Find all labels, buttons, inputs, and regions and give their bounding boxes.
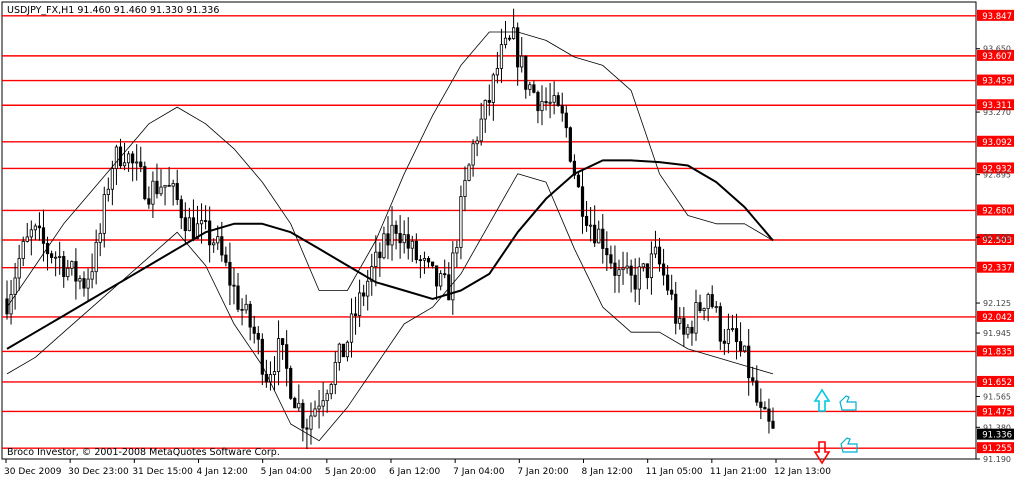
level-label-8: 92.337 xyxy=(982,264,1012,274)
plot-area xyxy=(1,1,977,460)
chart-root: 93.847 93.607 93.459 93.311 93.092 92.932 92.6… xyxy=(0,0,1014,479)
level-label-6: 92.680 xyxy=(982,206,1012,216)
current-price-label: 91.336 xyxy=(982,431,1012,441)
x-tick-label-11: 11 Jan 21:00 xyxy=(710,467,767,477)
level-label-0: 93.847 xyxy=(982,12,1012,22)
y-tick-label-1: 93.270 xyxy=(983,108,1011,117)
x-ticks-layer: 30 Dec 2009 30 Dec 23:00 31 Dec 15:00 4 Jan… xyxy=(4,459,831,477)
symbol-header: USDJPY_FX,H1 91.460 91.460 91.330 91.336 xyxy=(7,5,219,16)
copyright-label: Broco Investor, © 2001-2008 MetaQuotes S… xyxy=(7,447,280,458)
level-label-4: 93.092 xyxy=(982,138,1012,148)
y-tick-label-5: 91.945 xyxy=(983,329,1011,338)
x-tick-label-6: 6 Jan 12:00 xyxy=(389,467,441,477)
candle-139 xyxy=(568,126,572,163)
x-tick-label-3: 4 Jan 12:00 xyxy=(197,467,249,477)
y-tick-label-0: 93.650 xyxy=(983,45,1011,54)
candle-71 xyxy=(293,396,297,409)
level-label-9: 92.042 xyxy=(982,313,1012,323)
candle-114 xyxy=(467,163,471,182)
y-tick-label-2: 92.895 xyxy=(983,171,1011,180)
x-tick-label-9: 8 Jan 12:00 xyxy=(582,467,634,477)
candle-70 xyxy=(289,365,293,400)
x-tick-label-2: 31 Dec 15:00 xyxy=(132,467,193,477)
y-tick-label-3: 92.520 xyxy=(983,233,1011,242)
x-tick-label-1: 30 Dec 23:00 xyxy=(68,467,129,477)
y-tick-label-8: 91.190 xyxy=(983,455,1011,464)
x-tick-label-10: 11 Jan 05:00 xyxy=(646,467,703,477)
x-tick-label-5: 5 Jan 20:00 xyxy=(325,467,377,477)
level-label-2: 93.459 xyxy=(982,77,1012,87)
candle-141 xyxy=(576,172,581,188)
x-tick-label-12: 12 Jan 13:00 xyxy=(774,467,831,477)
y-tick-label-6: 91.565 xyxy=(983,392,1011,401)
level-label-13: 91.255 xyxy=(982,444,1012,454)
level-label-11: 91.652 xyxy=(982,378,1012,388)
x-tick-label-4: 5 Jan 04:00 xyxy=(261,467,313,477)
chart-svg: 93.84793.60793.45993.31193.09292.93292.6… xyxy=(1,1,1014,477)
x-tick-label-8: 7 Jan 20:00 xyxy=(517,467,569,477)
level-label-12: 91.475 xyxy=(982,407,1012,417)
x-tick-label-0: 30 Dec 2009 xyxy=(4,467,62,477)
y-tick-label-4: 92.125 xyxy=(983,299,1011,308)
candle-83 xyxy=(341,343,345,358)
candle-34 xyxy=(143,161,147,201)
level-label-10: 91.835 xyxy=(982,347,1012,357)
x-tick-label-7: 7 Jan 04:00 xyxy=(453,467,505,477)
